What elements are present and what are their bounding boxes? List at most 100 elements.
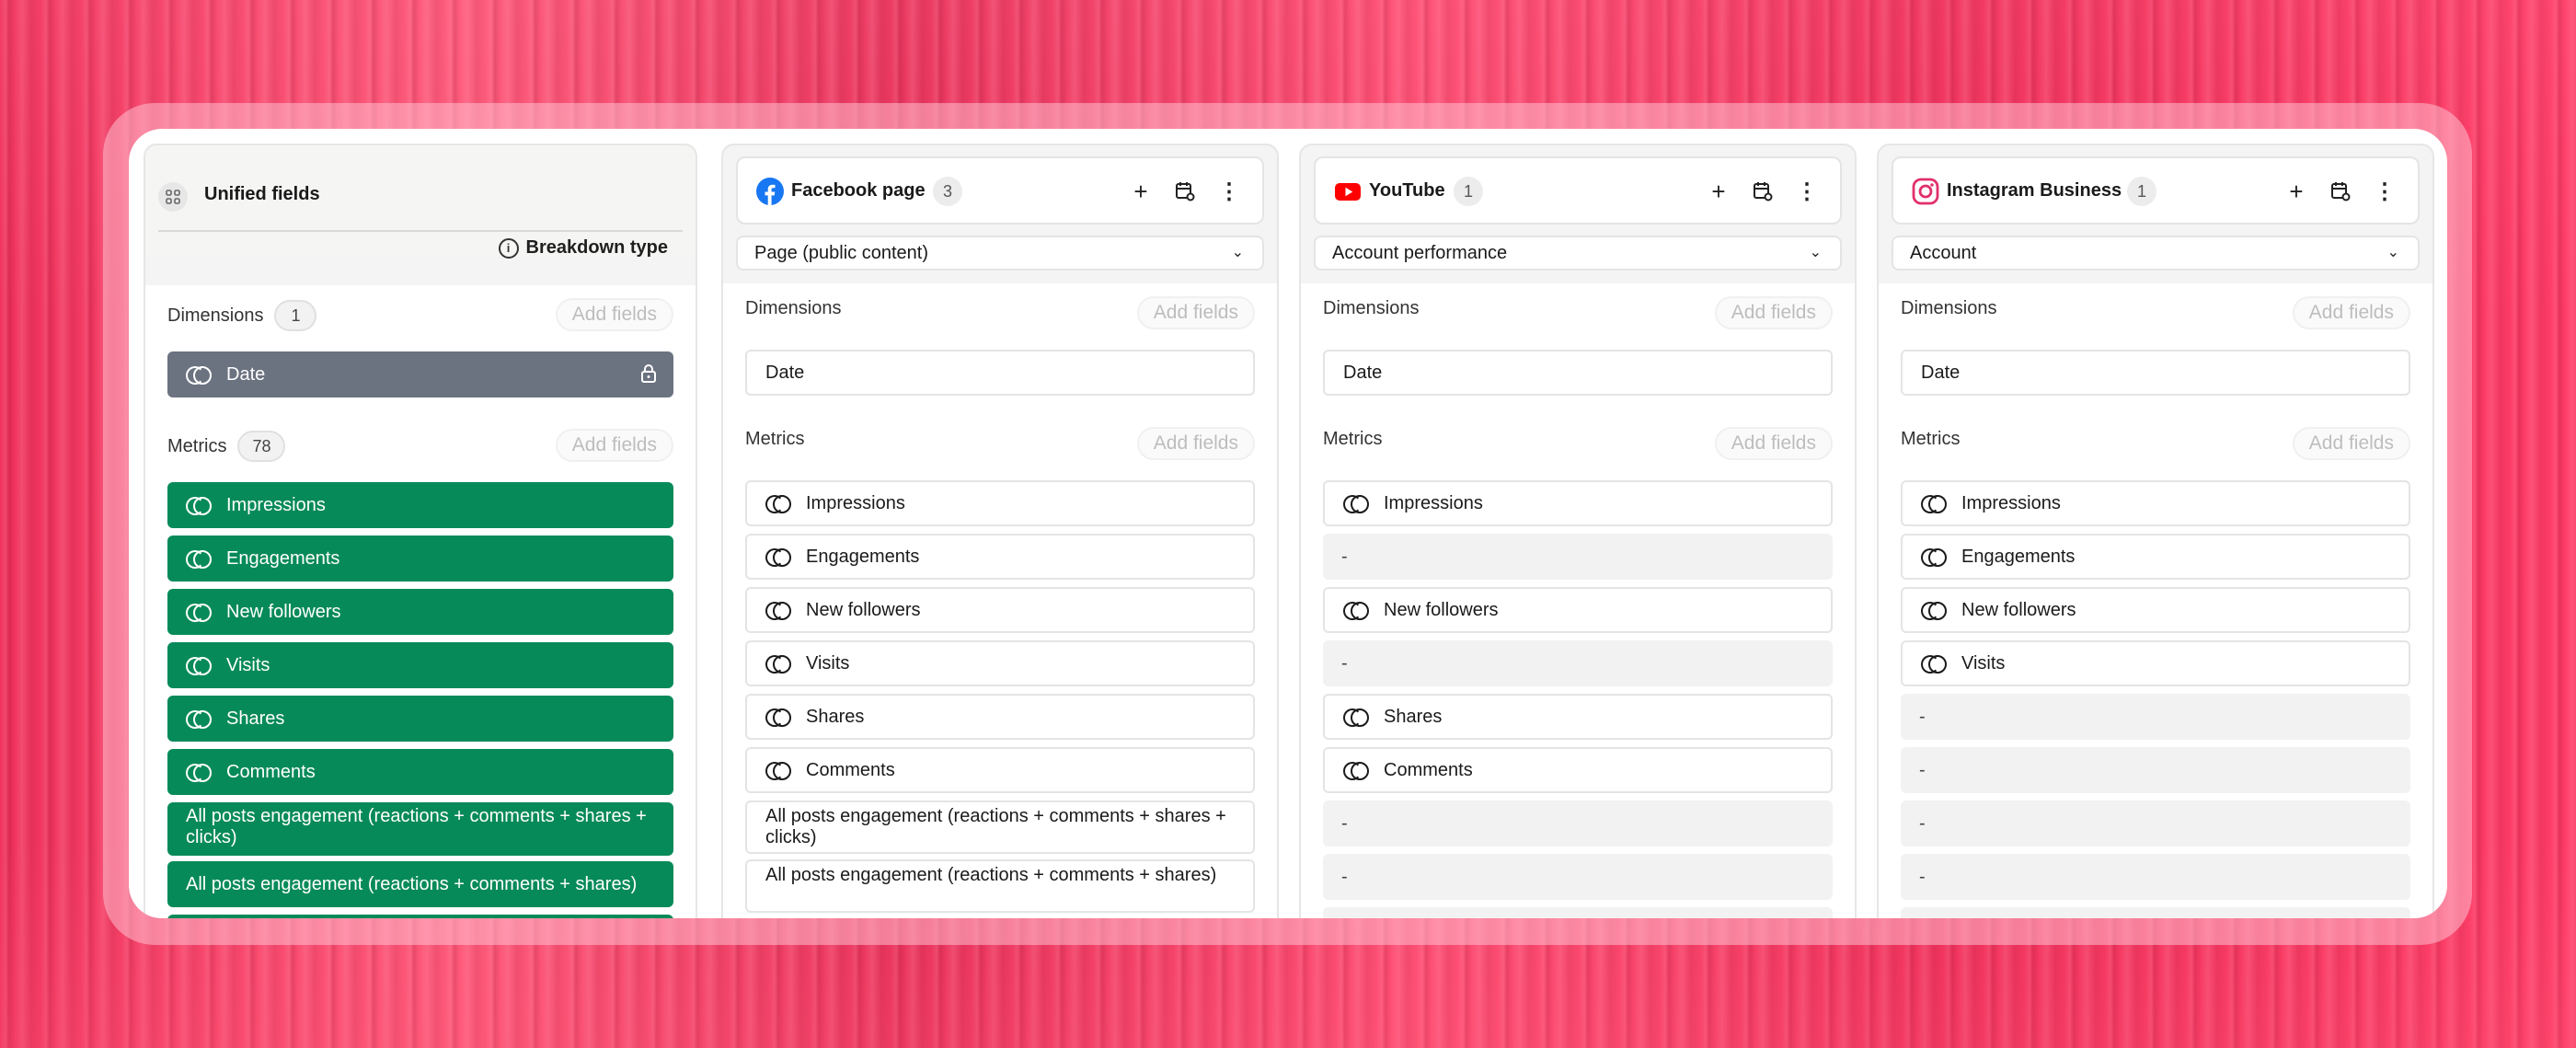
- breakdown-type-button[interactable]: i Breakdown type: [498, 237, 668, 259]
- add-dimensions-button[interactable]: Add fields: [555, 298, 673, 331]
- info-icon: i: [498, 237, 519, 259]
- empty-metric-slot[interactable]: -: [1323, 854, 1833, 900]
- field-link-icon: [765, 495, 791, 513]
- field-link-icon: [765, 762, 791, 780]
- field-label: Visits: [806, 652, 850, 674]
- empty-metric-slot[interactable]: [1323, 907, 1833, 918]
- unified-header: Unified fields i Breakdown type: [145, 145, 696, 259]
- source-metric-item[interactable]: Comments: [745, 747, 1255, 793]
- source-metric-item[interactable]: Visits: [745, 640, 1255, 686]
- field-label: Impressions: [1384, 492, 1483, 513]
- unified-metric-item[interactable]: Impressions: [167, 482, 673, 528]
- source-metric-item[interactable]: Impressions: [745, 480, 1255, 526]
- unified-metric-item[interactable]: Shares: [167, 696, 673, 742]
- select-value: Page (public content): [754, 243, 929, 263]
- field-link-icon: [1343, 762, 1369, 780]
- empty-metric-slot[interactable]: -: [1323, 640, 1833, 686]
- chevron-down-icon: ⌄: [1231, 245, 1244, 260]
- source-name: Instagram Business: [1947, 180, 2122, 201]
- lock-icon: [641, 364, 656, 383]
- breakdown-type-label: Breakdown type: [525, 237, 668, 258]
- source-metric-item[interactable]: Impressions: [1323, 480, 1833, 526]
- add-metrics-button[interactable]: Add fields: [2292, 427, 2410, 460]
- add-dimensions-button[interactable]: Add fields: [1136, 296, 1255, 329]
- content-type-select[interactable]: Account performance ⌄: [1314, 236, 1842, 271]
- unified-metric-item[interactable]: All posts engagement (reactions + commen…: [167, 861, 673, 907]
- empty-metric-slot[interactable]: -: [1901, 800, 2410, 846]
- metrics-label: Metrics: [1323, 429, 1383, 449]
- add-metrics-button[interactable]: Add fields: [1714, 427, 1833, 460]
- source-body: Dimensions Add fields Date Metrics Add f…: [1301, 283, 1855, 918]
- source-metric-item[interactable]: New followers: [745, 587, 1255, 633]
- field-label: Date: [1343, 362, 1383, 383]
- youtube-column: YouTube 1 + ⋮ Account performance ⌄ Dime…: [1299, 144, 1857, 918]
- unified-metric-item[interactable]: Engagements: [167, 536, 673, 582]
- field-label: Shares: [1384, 706, 1443, 727]
- empty-metric-slot[interactable]: -: [1323, 800, 1833, 846]
- add-metrics-button[interactable]: Add fields: [1136, 427, 1255, 460]
- calendar-settings-icon[interactable]: [1748, 177, 1777, 206]
- field-link-icon: [765, 548, 791, 567]
- more-icon[interactable]: ⋮: [1214, 177, 1244, 206]
- unified-metric-item[interactable]: [167, 915, 673, 918]
- source-metric-item[interactable]: New followers: [1323, 587, 1833, 633]
- source-metric-item[interactable]: Engagements: [745, 534, 1255, 580]
- source-count-badge: 1: [1454, 177, 1483, 206]
- empty-metric-slot[interactable]: -: [1323, 534, 1833, 580]
- field-link-icon: [186, 604, 212, 622]
- empty-metric-slot[interactable]: -: [1901, 694, 2410, 740]
- source-metric-item[interactable]: Engagements: [1901, 534, 2410, 580]
- plus-icon[interactable]: +: [1126, 177, 1156, 206]
- field-label: All posts engagement (reactions + commen…: [186, 873, 638, 894]
- source-date-field[interactable]: Date: [1323, 350, 1833, 396]
- dimensions-label: Dimensions: [745, 298, 842, 318]
- source-header: YouTube 1 + ⋮: [1314, 156, 1842, 225]
- unified-metric-item[interactable]: Comments: [167, 749, 673, 795]
- source-metric-item[interactable]: All posts engagement (reactions + commen…: [745, 800, 1255, 854]
- add-dimensions-button[interactable]: Add fields: [2292, 296, 2410, 329]
- field-label: Engagements: [226, 547, 340, 569]
- unified-metric-item[interactable]: New followers: [167, 589, 673, 635]
- plus-icon[interactable]: +: [1704, 177, 1733, 206]
- field-label: -: [1919, 706, 1926, 727]
- source-date-field[interactable]: Date: [1901, 350, 2410, 396]
- source-metric-item[interactable]: Shares: [1323, 694, 1833, 740]
- empty-metric-slot[interactable]: [1901, 907, 2410, 918]
- field-label: -: [1919, 866, 1926, 887]
- facebook-icon: [756, 178, 784, 205]
- dimensions-section-label: Dimensions 1: [167, 300, 317, 331]
- source-metric-item[interactable]: Impressions: [1901, 480, 2410, 526]
- more-icon[interactable]: ⋮: [2370, 177, 2399, 206]
- metrics-label: Metrics: [167, 435, 227, 456]
- select-value: Account performance: [1332, 243, 1508, 263]
- instagram-business-column: Instagram Business 1 + ⋮ Account ⌄ Dimen…: [1877, 144, 2434, 918]
- calendar-settings-icon[interactable]: [2326, 177, 2355, 206]
- calendar-settings-icon[interactable]: [1170, 177, 1200, 206]
- unified-metric-item[interactable]: All posts engagement (reactions + commen…: [167, 802, 673, 856]
- more-icon[interactable]: ⋮: [1792, 177, 1822, 206]
- unified-date-field[interactable]: Date: [167, 351, 673, 397]
- field-label: Shares: [226, 708, 285, 729]
- source-name: Facebook page: [791, 180, 926, 201]
- content-type-select[interactable]: Account ⌄: [1892, 236, 2420, 271]
- unified-metric-item[interactable]: Visits: [167, 642, 673, 688]
- field-label: -: [1341, 812, 1348, 834]
- source-date-field[interactable]: Date: [745, 350, 1255, 396]
- metrics-label: Metrics: [745, 429, 805, 449]
- source-header: Instagram Business 1 + ⋮: [1892, 156, 2420, 225]
- add-metrics-button[interactable]: Add fields: [555, 429, 673, 462]
- field-label: Comments: [226, 761, 316, 782]
- empty-metric-slot[interactable]: -: [1901, 854, 2410, 900]
- source-metric-item[interactable]: All posts engagement (reactions + commen…: [745, 859, 1255, 913]
- source-metric-item[interactable]: Shares: [745, 694, 1255, 740]
- field-label: -: [1919, 812, 1926, 834]
- empty-metric-slot[interactable]: -: [1901, 747, 2410, 793]
- source-metric-item[interactable]: Comments: [1323, 747, 1833, 793]
- content-type-select[interactable]: Page (public content) ⌄: [736, 236, 1264, 271]
- plus-icon[interactable]: +: [2282, 177, 2311, 206]
- add-dimensions-button[interactable]: Add fields: [1714, 296, 1833, 329]
- source-metric-item[interactable]: Visits: [1901, 640, 2410, 686]
- field-label: Visits: [1961, 652, 2006, 674]
- source-metric-item[interactable]: New followers: [1901, 587, 2410, 633]
- field-label: -: [1341, 866, 1348, 887]
